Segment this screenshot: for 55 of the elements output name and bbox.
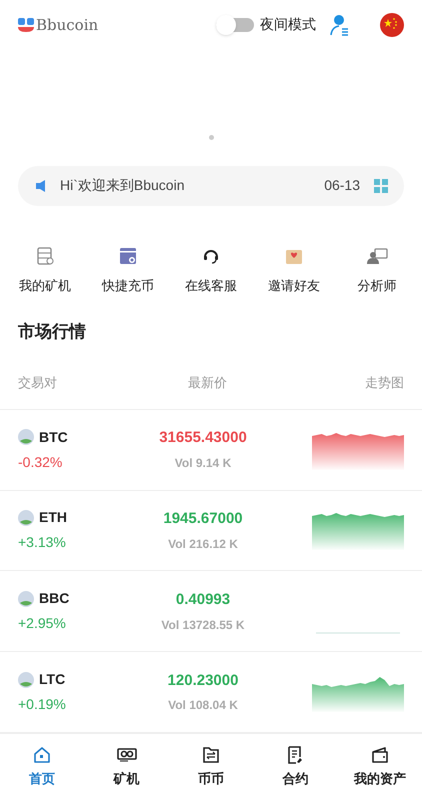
quick-menu-item[interactable]: 快捷充币 (97, 246, 159, 296)
coin-symbol: BTC (39, 428, 68, 447)
folder-icon (201, 744, 222, 765)
change-percent: +0.19% (18, 695, 67, 714)
coin-icon (18, 429, 34, 446)
price: 0.40993 (176, 590, 230, 610)
coin-icon (18, 672, 34, 688)
coin-symbol: BBC (39, 589, 70, 608)
volume: Vol 108.04 K (168, 697, 238, 714)
home-icon (32, 744, 52, 765)
quick-menu-item[interactable]: 我的矿机 (14, 246, 76, 296)
volume: Vol 9.14 K (174, 454, 232, 472)
column-header: 最新价 (188, 374, 227, 392)
calendar-icon (118, 246, 138, 266)
logo-text: Bbucoin (36, 14, 98, 36)
price: 31655.43000 (159, 428, 247, 448)
notice-bar[interactable]: Hi`欢迎来到Bbucoin 06-13 (18, 166, 404, 206)
notice-text: Hi`欢迎来到Bbucoin (60, 176, 184, 196)
market-row[interactable]: LTC +0.19% 120.23000 Vol 108.04 K (0, 652, 422, 734)
tab-bar-item[interactable]: 矿机 (84, 744, 169, 788)
night-mode-switch[interactable] (216, 18, 254, 32)
presenter-icon (366, 246, 388, 266)
price: 120.23000 (168, 670, 238, 691)
user-icon[interactable] (330, 14, 350, 36)
quick-menu-item[interactable]: 邀请好友 (263, 246, 325, 296)
change-percent: -0.32% (18, 452, 64, 472)
tab-bar-item[interactable]: 我的资产 (338, 744, 422, 788)
wallet-icon (370, 744, 390, 765)
server-icon (35, 246, 55, 266)
column-header: 交易对 (18, 374, 57, 392)
column-header: 走势图 (365, 374, 404, 392)
volume: Vol 13728.55 K (161, 616, 245, 634)
notice-date: 06-13 (324, 176, 360, 196)
tab-bar-item[interactable]: 合约 (253, 744, 338, 788)
night-mode-label: 夜间模式 (260, 15, 316, 34)
coin-symbol: LTC (39, 670, 66, 690)
coin-icon (18, 510, 34, 526)
speaker-icon (34, 178, 48, 193)
flag-icon[interactable] (380, 12, 404, 37)
volume: Vol 216.12 K (168, 536, 238, 553)
coin-icon (18, 590, 34, 607)
coin-symbol: ETH (39, 508, 67, 528)
quick-menu-item[interactable]: 在线客服 (180, 246, 242, 296)
market-row[interactable]: ETH +3.13% 1945.67000 Vol 216.12 K (0, 490, 422, 572)
tab-bar-item[interactable]: 首页 (0, 744, 84, 788)
logo-icon (18, 18, 34, 32)
market-row[interactable]: BBC +2.95% 0.40993 Vol 13728.55 K (0, 571, 422, 652)
change-percent: +2.95% (18, 614, 67, 634)
section-title: 市场行情 (17, 321, 87, 344)
change-percent: +3.13% (18, 533, 67, 552)
grid-icon[interactable] (374, 178, 388, 193)
quick-menu-item[interactable]: 分析师 (346, 246, 408, 296)
market-row[interactable]: BTC -0.32% 31655.43000 Vol 9.14 K (0, 410, 422, 491)
tab-bar-item[interactable]: 币币 (168, 744, 254, 788)
price: 1945.67000 (163, 509, 243, 530)
